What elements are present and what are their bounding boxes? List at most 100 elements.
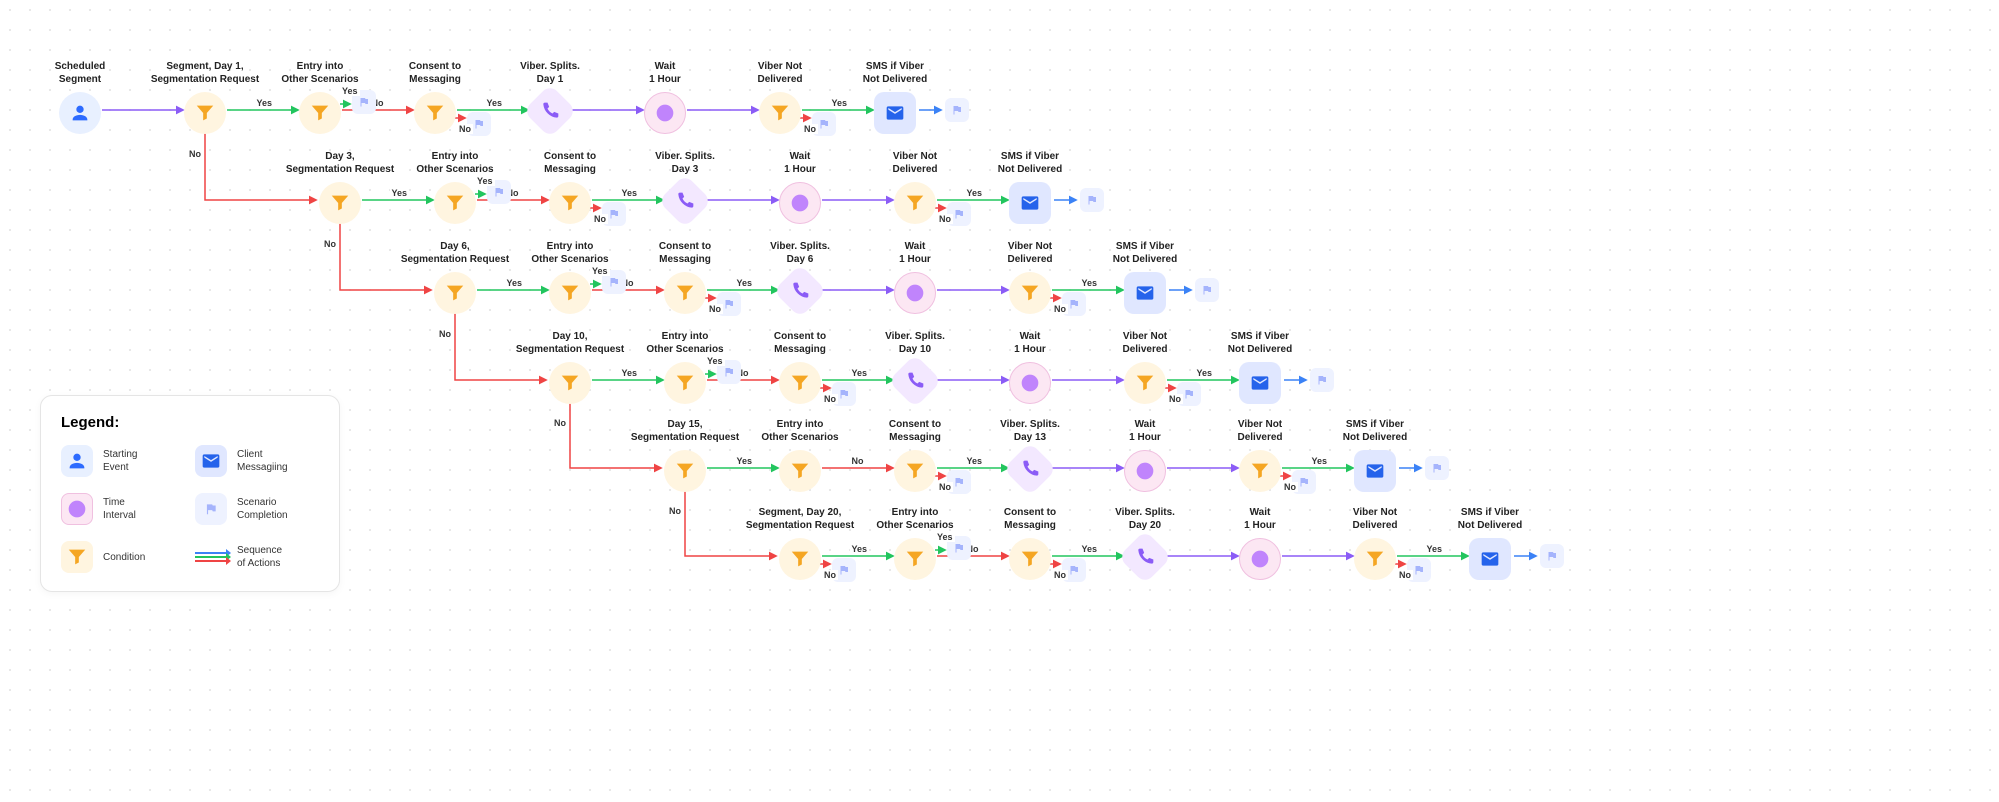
funnel-icon	[1354, 538, 1396, 580]
edge-label: Yes	[965, 456, 985, 466]
edge-label: Yes	[620, 368, 640, 378]
funnel-icon	[759, 92, 801, 134]
wait-node[interactable]: Wait 1 Hour	[605, 60, 725, 134]
viber-node[interactable]: Viber. Splits. Day 6	[740, 240, 860, 310]
wait-node[interactable]: Wait 1 Hour	[970, 330, 1090, 404]
node-label: Viber Not Delivered	[1237, 418, 1282, 444]
node-label: Viber. Splits. Day 20	[1115, 506, 1175, 532]
sms-node[interactable]: SMS if Viber Not Delivered	[970, 150, 1090, 224]
node-label: Consent to Messaging	[1004, 506, 1056, 532]
edge-label: Yes	[255, 98, 275, 108]
envelope-icon	[1469, 538, 1511, 580]
funnel-icon	[434, 182, 476, 224]
funnel-icon	[434, 272, 476, 314]
node-label: Wait 1 Hour	[1014, 330, 1046, 356]
sms-node[interactable]: SMS if Viber Not Delivered	[1315, 418, 1435, 492]
funnel-icon	[664, 450, 706, 492]
sms-node[interactable]: SMS if Viber Not Delivered	[835, 60, 955, 134]
condition-node[interactable]: Day 3, Segmentation Request	[280, 150, 400, 224]
node-label: Wait 1 Hour	[1244, 506, 1276, 532]
viber-node[interactable]: Viber. Splits. Day 13	[970, 418, 1090, 488]
edge-label: No	[592, 214, 608, 224]
phone-icon	[1118, 530, 1172, 584]
legend-label: Scenario Completion	[237, 496, 288, 522]
wait-node[interactable]: Wait 1 Hour	[1085, 418, 1205, 492]
viber-node[interactable]: Viber. Splits. Day 20	[1085, 506, 1205, 576]
edge-label: No	[437, 329, 453, 339]
clock-icon	[61, 493, 93, 525]
funnel-icon	[184, 92, 226, 134]
phone-icon	[888, 354, 942, 408]
edge-label: Yes	[590, 266, 610, 276]
edge-label: Yes	[850, 368, 870, 378]
node-label: Day 10, Segmentation Request	[516, 330, 624, 356]
node-label: Entry into Other Scenarios	[416, 150, 493, 176]
node-label: Entry into Other Scenarios	[876, 506, 953, 532]
funnel-icon	[319, 182, 361, 224]
sms-node[interactable]: SMS if Viber Not Delivered	[1430, 506, 1550, 580]
edge-label: Yes	[1425, 544, 1445, 554]
envelope-icon	[1354, 450, 1396, 492]
edge-label: No	[187, 149, 203, 159]
node-label: SMS if Viber Not Delivered	[998, 150, 1062, 176]
edge-label: No	[667, 506, 683, 516]
phone-icon	[1003, 442, 1057, 496]
node-label: Wait 1 Hour	[899, 240, 931, 266]
start-node[interactable]: Scheduled Segment	[20, 60, 140, 134]
condition-node[interactable]: Day 10, Segmentation Request	[510, 330, 630, 404]
condition-node[interactable]: Entry into Other Scenarios	[740, 418, 860, 492]
phone-icon	[523, 84, 577, 138]
flag-icon	[195, 493, 227, 525]
wait-node[interactable]: Wait 1 Hour	[740, 150, 860, 224]
node-label: Viber Not Delivered	[1352, 506, 1397, 532]
edge-label: No	[822, 394, 838, 404]
node-label: Viber. Splits. Day 6	[770, 240, 830, 266]
sms-node[interactable]: SMS if Viber Not Delivered	[1085, 240, 1205, 314]
envelope-icon	[1124, 272, 1166, 314]
node-label: Viber Not Delivered	[1122, 330, 1167, 356]
node-label: Segment, Day 1, Segmentation Request	[151, 60, 259, 86]
phone-icon	[658, 174, 712, 228]
edge-label: No	[802, 124, 818, 134]
completion-flag-icon	[1080, 188, 1104, 212]
legend-item: Scenario Completion	[195, 493, 319, 525]
wait-node[interactable]: Wait 1 Hour	[1200, 506, 1320, 580]
wait-node[interactable]: Wait 1 Hour	[855, 240, 975, 314]
edge-label: Yes	[620, 188, 640, 198]
viber-node[interactable]: Viber. Splits. Day 10	[855, 330, 975, 400]
node-label: SMS if Viber Not Delivered	[1343, 418, 1407, 444]
envelope-icon	[874, 92, 916, 134]
edge-label: No	[552, 418, 568, 428]
condition-node[interactable]: Day 6, Segmentation Request	[395, 240, 515, 314]
legend-label: Condition	[103, 551, 145, 564]
node-label: Day 15, Segmentation Request	[631, 418, 739, 444]
viber-node[interactable]: Viber. Splits. Day 1	[490, 60, 610, 130]
legend-label: Sequence of Actions	[237, 544, 282, 570]
node-label: SMS if Viber Not Delivered	[1228, 330, 1292, 356]
edge-label: No	[1397, 570, 1413, 580]
condition-node[interactable]: Day 15, Segmentation Request	[625, 418, 745, 492]
edge-label: No	[937, 482, 953, 492]
edge-label: Yes	[475, 176, 495, 186]
clock-icon	[1239, 538, 1281, 580]
node-label: Viber. Splits. Day 13	[1000, 418, 1060, 444]
clock-icon	[644, 92, 686, 134]
completion-flag-icon	[1310, 368, 1334, 392]
condition-node[interactable]: Segment, Day 1, Segmentation Request	[145, 60, 265, 134]
edge-label: No	[1282, 482, 1298, 492]
edge-label: No	[850, 456, 866, 466]
edge-label: Yes	[830, 98, 850, 108]
viber-node[interactable]: Viber. Splits. Day 3	[625, 150, 745, 220]
legend-label: Starting Event	[103, 448, 137, 474]
funnel-icon	[664, 272, 706, 314]
node-label: Viber Not Delivered	[757, 60, 802, 86]
edge-label: No	[822, 570, 838, 580]
sms-node[interactable]: SMS if Viber Not Delivered	[1200, 330, 1320, 404]
legend-panel: Legend: Starting EventClient MessagiingT…	[40, 395, 340, 592]
node-label: Viber. Splits. Day 3	[655, 150, 715, 176]
node-label: Entry into Other Scenarios	[646, 330, 723, 356]
edge-label: Yes	[965, 188, 985, 198]
node-label: Consent to Messaging	[774, 330, 826, 356]
completion-flag-icon	[1425, 456, 1449, 480]
phone-icon	[773, 264, 827, 318]
